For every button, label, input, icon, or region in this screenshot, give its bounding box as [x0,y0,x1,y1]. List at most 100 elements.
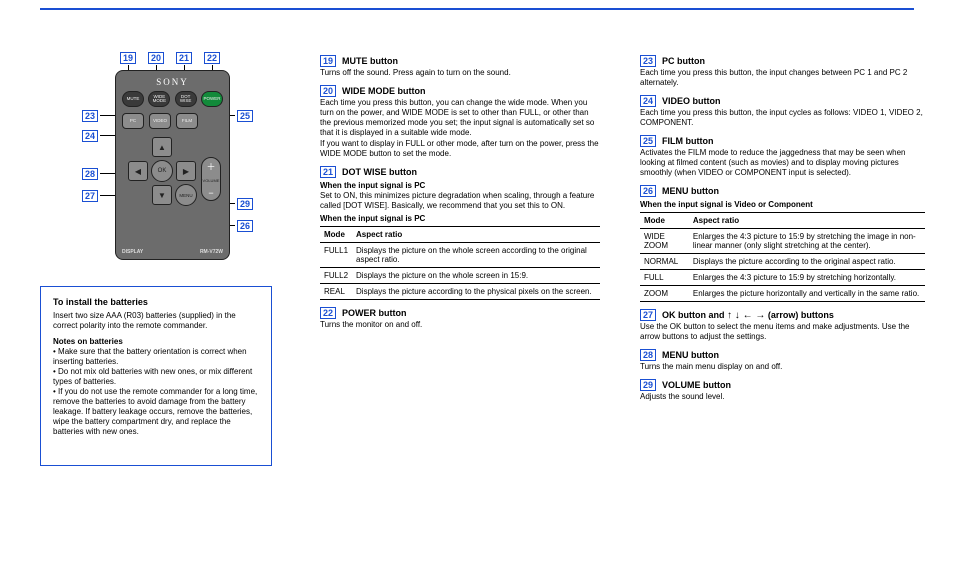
td-desc: Displays the picture on the whole screen… [352,243,600,268]
item-label: VOLUME button [662,380,731,390]
item-25: 25FILM button Activates the FILM mode to… [640,135,925,178]
callout-num: 21 [176,52,192,64]
pc-mode-table: ModeAspect ratio FULL1Displays the pictu… [320,226,600,300]
item-body: Each time you press this button, the inp… [640,108,925,128]
table-heading: When the input signal is PC [320,214,600,223]
battery-note-3: • If you do not use the remote commander… [53,387,259,437]
td-mode: WIDE ZOOM [640,229,689,254]
item-sub: When the input signal is PC [320,181,600,190]
item-body: Set to ON, this minimizes picture degrad… [320,191,600,211]
item-27: 27 OK button and ↑ ↓ ← → (arrow) buttons… [640,309,925,342]
battery-note-text: If you do not use the remote commander f… [53,387,257,436]
battery-note-1: • Make sure that the battery orientation… [53,347,259,367]
remote-body: SONY MUTE WIDE MODE DOT WISE POWER PC VI… [115,70,230,260]
remote-dpad-area: ▲ ◀ OK ▶ ▼ MENU ＋ VOLUME − [122,137,223,227]
item-19: 19MUTE button Turns off the sound. Press… [320,55,600,78]
dot-wise-button[interactable]: DOT WISE [175,91,197,107]
item-body: Turns the monitor on and off. [320,320,600,330]
item-label: OK button and ↑ ↓ ← → (arrow) buttons [662,310,834,321]
column-middle: 19MUTE button Turns off the sound. Press… [320,55,600,337]
item-label: MENU button [662,350,719,360]
arrow-down-button[interactable]: ▼ [152,185,172,205]
volume-label: VOLUME [203,178,220,183]
item-num: 22 [320,307,336,319]
arrow-right-button[interactable]: ▶ [176,161,196,181]
item-label-part2: (arrow) buttons [765,310,834,320]
battery-note-text: Do not mix old batteries with new ones, … [53,367,252,386]
item-26: 26 MENU button When the input signal is V… [640,185,925,302]
item-body: Use the OK button to select the menu ite… [640,322,925,342]
item-label-part1: OK button and [662,310,727,320]
column-left: 19 20 21 22 23 24 28 27 [40,55,320,466]
item-num: 25 [640,135,656,147]
item-body: Each time you press this button, you can… [320,98,600,138]
battery-body: Insert two size AAA (R03) batteries (sup… [53,311,259,331]
item-body: Each time you press this button, the inp… [640,68,925,88]
item-28: 28MENU button Turns the main menu displa… [640,349,925,372]
volume-plus-icon: ＋ [206,160,215,173]
arrow-icons: ↑ ↓ ← → [727,310,765,321]
item-20: 20 WIDE MODE button Each time you press t… [320,85,600,159]
battery-title: To install the batteries [53,297,259,308]
table-row: NORMALDisplays the picture according to … [640,254,925,270]
menu-button[interactable]: MENU [175,184,197,206]
item-label: POWER button [342,308,407,318]
table-row: FULL1Displays the picture on the whole s… [320,243,600,268]
arrow-up-button[interactable]: ▲ [152,137,172,157]
item-23: 23PC button Each time you press this but… [640,55,925,88]
item-num: 20 [320,85,336,97]
remote-footer: DISPLAY RM-V72W [122,249,223,255]
td-desc: Enlarges the 4:3 picture to 15:9 by stre… [689,229,925,254]
ok-button[interactable]: OK [151,160,173,182]
item-num: 24 [640,95,656,107]
item-label: DOT WISE button [342,167,417,177]
th-aspect: Aspect ratio [352,227,600,243]
item-num: 21 [320,166,336,178]
page-top-rule [40,8,914,10]
callout-num: 25 [237,110,253,122]
wide-mode-button[interactable]: WIDE MODE [148,91,170,107]
volume-button-group[interactable]: ＋ VOLUME − [201,157,221,201]
table-row: FULLEnlarges the 4:3 picture to 15:9 by … [640,270,925,286]
callout-num: 27 [82,190,98,202]
item-label: MENU button [662,186,719,196]
td-desc: Displays the picture on the whole screen… [352,268,600,284]
item-num: 29 [640,379,656,391]
remote-footer-right: RM-V72W [200,249,223,255]
item-21: 21 DOT WISE button When the input signal … [320,166,600,300]
item-24: 24 VIDEO button Each time you press this … [640,95,925,128]
mute-button[interactable]: MUTE [122,91,144,107]
video-mode-table: ModeAspect ratio WIDE ZOOMEnlarges the 4… [640,212,925,302]
td-desc: Enlarges the 4:3 picture to 15:9 by stre… [689,270,925,286]
td-mode: NORMAL [640,254,689,270]
item-num: 23 [640,55,656,67]
callout-num: 24 [82,130,98,142]
item-label: VIDEO button [662,96,721,106]
callout-num: 22 [204,52,220,64]
item-num: 26 [640,185,656,197]
item-label: MUTE button [342,56,398,66]
film-button[interactable]: FILM [176,113,198,129]
th-mode: Mode [320,227,352,243]
item-label: WIDE MODE button [342,86,425,96]
table-row: REALDisplays the picture according to th… [320,284,600,300]
power-button[interactable]: POWER [201,91,223,107]
td-mode: ZOOM [640,286,689,302]
table-row: ZOOMEnlarges the picture horizontally an… [640,286,925,302]
item-num: 19 [320,55,336,67]
callout-num: 29 [237,198,253,210]
td-mode: REAL [320,284,352,300]
callout-num: 23 [82,110,98,122]
table-row: WIDE ZOOMEnlarges the 4:3 picture to 15:… [640,229,925,254]
item-29: 29 VOLUME button Adjusts the sound level. [640,379,925,402]
td-mode: FULL1 [320,243,352,268]
remote-row-1: MUTE WIDE MODE DOT WISE POWER [122,91,223,107]
arrow-left-button[interactable]: ◀ [128,161,148,181]
battery-note-2: • Do not mix old batteries with new ones… [53,367,259,387]
td-mode: FULL [640,270,689,286]
video-button[interactable]: VIDEO [149,113,171,129]
table-heading: When the input signal is Video or Compon… [640,200,925,209]
table-row: FULL2Displays the picture on the whole s… [320,268,600,284]
item-body: Adjusts the sound level. [640,392,925,402]
pc-button[interactable]: PC [122,113,144,129]
